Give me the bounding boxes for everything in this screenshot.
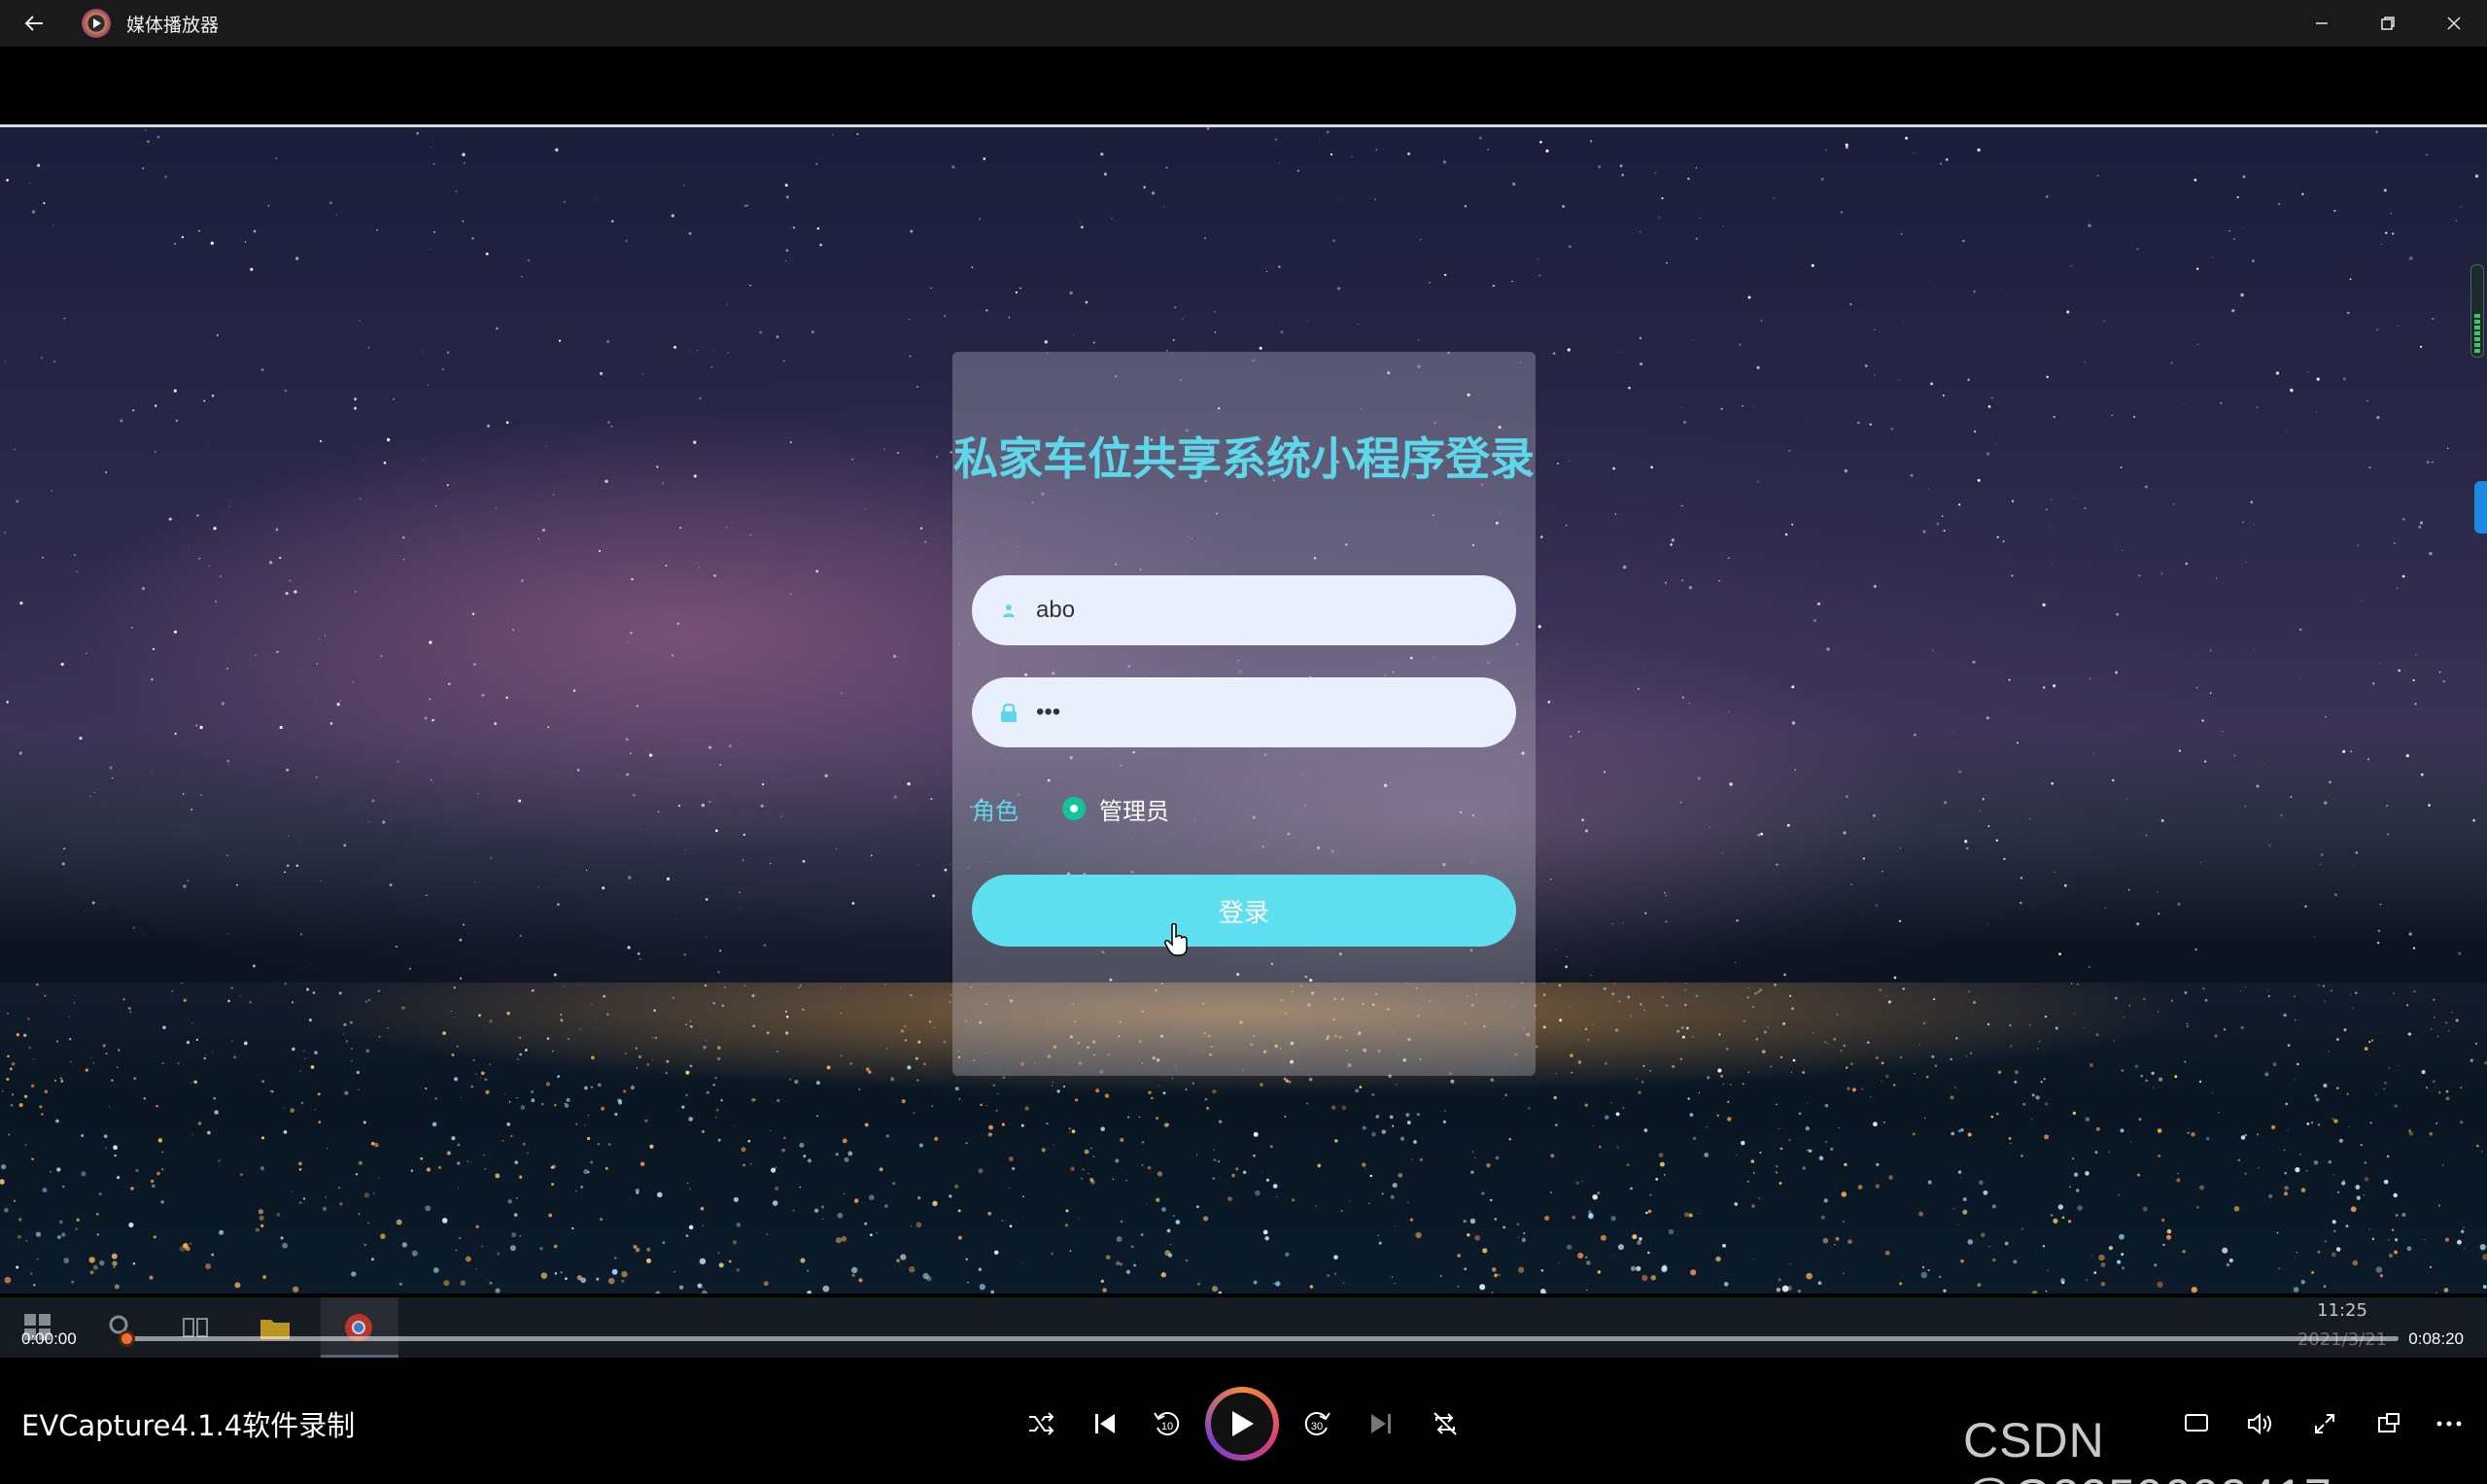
csdn-watermark: CSDN @G3259093417 — [1963, 1413, 2332, 1484]
window-title: 媒体播放器 — [126, 14, 220, 36]
next-icon — [1371, 1414, 1391, 1433]
current-time: 0:00:00 — [21, 1329, 77, 1348]
recorded-clock-time: 11:25 — [2317, 1300, 2367, 1321]
seek-bar[interactable] — [119, 1330, 2399, 1347]
side-level-meter — [2470, 264, 2484, 358]
forward-30-button[interactable]: 30 — [1293, 1399, 1341, 1448]
role-selector: 角色 管理员 — [972, 787, 1169, 830]
previous-icon — [1095, 1414, 1115, 1433]
previous-button[interactable] — [1081, 1399, 1129, 1448]
forward-30-icon: 30 — [1304, 1411, 1330, 1435]
role-label: 角色 — [972, 797, 1019, 825]
repeat-button[interactable] — [1421, 1399, 1469, 1448]
mouse-cursor-hand-icon — [1164, 923, 1188, 956]
username-value: abo — [1036, 597, 1076, 623]
password-value: ••• — [1036, 699, 1061, 725]
minimize-icon — [2316, 22, 2328, 24]
svg-text:10: 10 — [1161, 1421, 1173, 1432]
next-button[interactable] — [1357, 1399, 1405, 1448]
seek-thumb[interactable] — [119, 1330, 135, 1347]
media-player-app-icon — [82, 9, 111, 38]
login-button[interactable]: 登录 — [972, 875, 1516, 947]
side-float-tab — [2474, 481, 2487, 534]
close-icon — [2447, 17, 2461, 30]
video-letterbox — [0, 47, 2487, 124]
media-title: EVCapture4.1.4软件录制 — [21, 1409, 356, 1442]
restore-button[interactable] — [2355, 0, 2421, 47]
shuffle-icon — [1029, 1412, 1054, 1435]
login-title: 私家车位共享系统小程序登录 — [953, 432, 1535, 485]
title-bar: 媒体播放器 — [0, 0, 2487, 47]
back-arrow-icon — [24, 16, 43, 31]
lock-icon — [997, 701, 1020, 724]
play-button[interactable] — [1205, 1387, 1279, 1461]
minimize-button[interactable] — [2289, 0, 2355, 47]
login-card: 私家车位共享系统小程序登录 abo ••• 角色 管理员 登录 — [952, 352, 1536, 1076]
password-input[interactable]: ••• — [972, 677, 1516, 747]
rewind-10-icon: 10 — [1154, 1411, 1180, 1435]
total-time: 0:08:20 — [2408, 1329, 2464, 1348]
shuffle-button[interactable] — [1017, 1399, 1065, 1448]
recorded-taskbar — [0, 1297, 2487, 1358]
play-icon — [1232, 1411, 1254, 1436]
svg-text:30: 30 — [1311, 1421, 1323, 1432]
restore-icon — [2381, 17, 2395, 30]
close-button[interactable] — [2421, 0, 2487, 47]
username-input[interactable]: abo — [972, 575, 1516, 645]
repeat-off-icon — [1433, 1412, 1457, 1435]
back-button[interactable] — [0, 0, 68, 47]
rewind-10-button[interactable]: 10 — [1143, 1399, 1192, 1448]
user-icon — [997, 599, 1020, 622]
role-option-admin[interactable]: 管理员 — [1099, 792, 1169, 826]
role-radio-admin[interactable] — [1062, 797, 1086, 820]
